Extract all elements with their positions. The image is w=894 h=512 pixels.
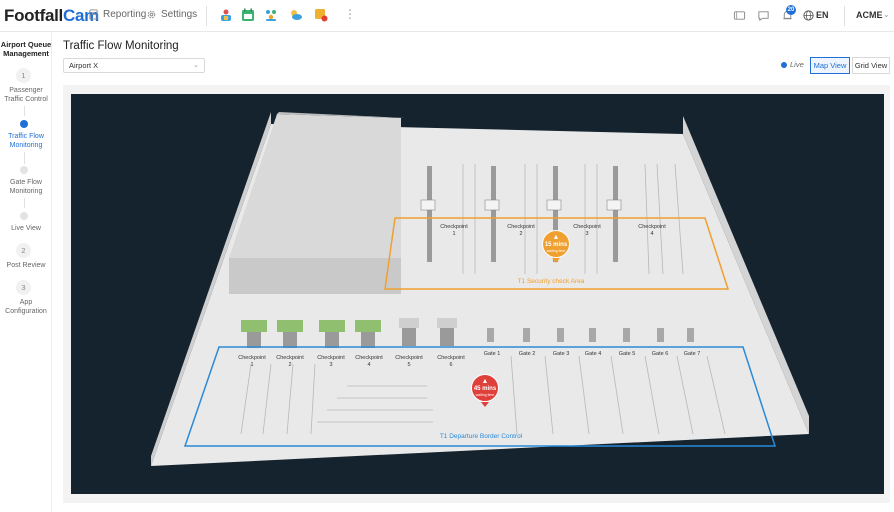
scanner — [606, 199, 622, 211]
calendar-app-icon[interactable] — [241, 8, 255, 22]
nav-reporting[interactable]: Reporting — [88, 9, 146, 20]
building-block — [229, 258, 401, 294]
border-checkpoint-3-label[interactable]: Checkpoint 3 — [317, 355, 345, 368]
sidebar-item-app-configuration[interactable]: App Configuration — [0, 298, 52, 316]
scanner — [420, 199, 436, 211]
airport-floor-map[interactable]: Checkpoint 1 Checkpoint 2 Checkpoint 3 Chec… — [71, 94, 884, 494]
security-wait-subtitle: waiting time — [546, 249, 566, 253]
security-lane — [427, 166, 432, 262]
border-wait-value: 45 mins — [473, 386, 497, 392]
security-wait-value: 15 mins — [544, 242, 568, 248]
security-checkpoint-3-label[interactable]: Checkpoint 3 — [573, 224, 601, 237]
security-zone-label[interactable]: T1 Security check Area — [518, 278, 585, 285]
step-2-number[interactable]: 2 — [16, 243, 31, 258]
security-lane — [613, 166, 618, 262]
account-menu[interactable]: ACME — [856, 10, 883, 20]
pin-pointer — [481, 402, 489, 407]
nav-settings[interactable]: Settings — [146, 9, 197, 20]
security-wait-time-pin[interactable]: ▲ 15 mins waiting time — [542, 230, 570, 258]
live-radio[interactable] — [781, 62, 787, 68]
sidebar: Airport Queue Management 1 Passenger Tra… — [0, 32, 52, 512]
site-select-value: Airport X — [69, 61, 99, 70]
alert-app-icon[interactable] — [314, 8, 328, 22]
step-3-number[interactable]: 3 — [16, 280, 31, 295]
nav-reporting-label: Reporting — [103, 9, 147, 20]
gate-6-label[interactable]: Gate 6 — [652, 351, 669, 358]
document-icon — [89, 9, 98, 20]
border-checkpoint-2-label[interactable]: Checkpoint 2 — [276, 355, 304, 368]
gate-7-label[interactable]: Gate 7 — [684, 351, 701, 358]
group-app-icon[interactable] — [264, 8, 278, 22]
brand-logo[interactable]: FootfallCam — [4, 6, 99, 26]
scanner — [546, 199, 562, 211]
sidebar-title: Airport Queue Management — [0, 40, 52, 58]
security-checkpoint-1-label[interactable]: Checkpoint 1 — [440, 224, 468, 237]
tablet-icon[interactable] — [733, 9, 746, 22]
alert-icon: ▲ — [481, 378, 489, 385]
security-checkpoint-2-label[interactable]: Checkpoint 2 — [507, 224, 535, 237]
grid-view-button[interactable]: Grid View — [852, 57, 890, 74]
live-label[interactable]: Live — [790, 60, 804, 69]
more-menu-icon[interactable]: ⋮ — [344, 8, 356, 20]
gate-5-label[interactable]: Gate 5 — [619, 351, 636, 358]
divider — [206, 6, 207, 26]
security-lane — [491, 166, 496, 262]
weather-app-icon[interactable] — [289, 8, 303, 22]
info-icon[interactable]: i — [164, 40, 166, 51]
step-dot[interactable] — [20, 166, 28, 174]
gate-3-label[interactable]: Gate 3 — [553, 351, 570, 358]
people-app-icon[interactable] — [219, 8, 233, 22]
step-connector — [23, 152, 25, 164]
gear-icon — [147, 10, 156, 19]
globe-icon[interactable] — [802, 9, 815, 22]
step-dot-active[interactable] — [20, 120, 28, 128]
sidebar-item-gate-flow-monitoring[interactable]: Gate Flow Monitoring — [0, 178, 52, 196]
sidebar-item-live-view[interactable]: Live View — [0, 224, 52, 233]
border-checkpoint-4-label[interactable]: Checkpoint 4 — [355, 355, 383, 368]
site-select[interactable]: Airport X ⌄ — [63, 58, 205, 73]
gate-1-label[interactable]: Gate 1 — [484, 351, 501, 358]
scanner — [484, 199, 500, 211]
border-zone-label[interactable]: T1 Departure Border Control — [440, 433, 522, 440]
language-selector[interactable]: EN — [816, 10, 829, 20]
border-wait-time-pin[interactable]: ▲ 45 mins waiting time — [471, 374, 499, 402]
building-block — [229, 114, 401, 258]
warning-icon: ▲ — [552, 234, 560, 241]
border-checkpoint-6-label[interactable]: Checkpoint 6 — [437, 355, 465, 368]
step-connector — [23, 106, 25, 116]
notification-badge: 20 — [786, 5, 796, 15]
divider — [844, 6, 845, 26]
nav-settings-label: Settings — [161, 9, 198, 20]
border-wait-subtitle: waiting time — [475, 393, 495, 397]
chevron-down-icon[interactable]: ⌄ — [883, 10, 890, 19]
chat-icon[interactable] — [757, 9, 770, 22]
step-1-number[interactable]: 1 — [16, 68, 31, 83]
step-connector — [23, 198, 25, 208]
map-view-button[interactable]: Map View — [810, 57, 850, 74]
page-title: Traffic Flow Monitoring — [63, 40, 179, 52]
border-checkpoint-1-label[interactable]: Checkpoint 1 — [238, 355, 266, 368]
step-dot[interactable] — [20, 212, 28, 220]
security-checkpoint-4-label[interactable]: Checkpoint 4 — [638, 224, 666, 237]
gate-2-label[interactable]: Gate 2 — [519, 351, 536, 358]
top-bar: FootfallCam Reporting Settings ⋮ 20 EN A… — [0, 0, 894, 32]
gate-4-label[interactable]: Gate 4 — [585, 351, 602, 358]
sidebar-item-post-review[interactable]: Post Review — [0, 261, 52, 270]
border-checkpoint-5-label[interactable]: Checkpoint 5 — [395, 355, 423, 368]
sidebar-item-traffic-flow-monitoring[interactable]: Traffic Flow Monitoring — [0, 132, 52, 150]
sidebar-item-passenger-traffic-control[interactable]: Passenger Traffic Control — [0, 86, 52, 104]
pin-pointer — [552, 258, 560, 263]
chevron-down-icon: ⌄ — [193, 62, 199, 69]
